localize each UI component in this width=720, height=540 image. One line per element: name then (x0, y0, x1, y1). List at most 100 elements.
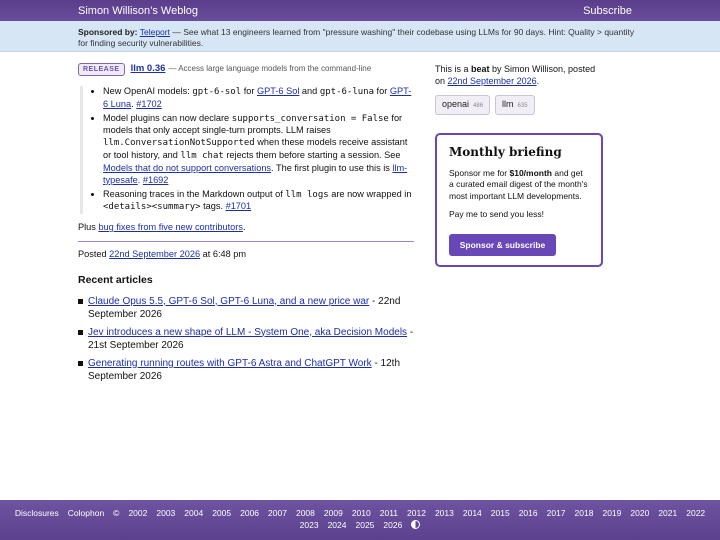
footer-year-link[interactable]: 2007 (268, 508, 287, 519)
recent-articles-list: Claude Opus 5.5, GPT-6 Sol, GPT-6 Luna, … (78, 295, 414, 383)
tag-count: 635 (517, 103, 528, 110)
footer-year-link[interactable]: 2020 (630, 508, 649, 519)
footer-year-link[interactable]: 2019 (602, 508, 621, 519)
footer-year-link[interactable]: 2012 (407, 508, 426, 519)
site-header: Simon Willison’s Weblog Subscribe (0, 0, 720, 21)
beat-description: — Access large language models from the … (168, 64, 372, 74)
note-text: are now wrapped in (328, 188, 412, 199)
subscribe-link[interactable]: Subscribe (583, 4, 632, 18)
footer-year-link[interactable]: 2011 (380, 508, 398, 519)
footer-year-link[interactable]: 2004 (184, 508, 203, 519)
note-link[interactable]: GPT-6 Sol (257, 86, 299, 96)
footer-year-link[interactable]: 2002 (128, 508, 147, 519)
note-code: llm.ConversationNotSupported (103, 138, 255, 149)
note-code: supports_conversation = False (231, 113, 389, 124)
footer-year-link[interactable]: 2023 (300, 520, 319, 531)
briefing-title: Monthly briefing (449, 145, 562, 159)
meta-date-link[interactable]: 22nd September 2026 (448, 76, 537, 86)
footer-year-link[interactable]: 2005 (212, 508, 231, 519)
site-footer: Disclosures Colophon © 2002 2003 2004 2005 2006… (0, 500, 720, 540)
note-code: <details><summary> (103, 202, 201, 213)
footer-link[interactable]: Disclosures (15, 508, 59, 519)
footer-year-link[interactable]: 2016 (519, 508, 538, 519)
meta-text: . (536, 76, 540, 87)
theme-toggle-icon[interactable] (411, 520, 421, 529)
note-code: llm chat (180, 151, 224, 162)
tag-count: 486 (473, 103, 484, 110)
footer-year-link[interactable]: 2008 (296, 508, 315, 519)
footer-year-link[interactable]: 2017 (547, 508, 566, 519)
note-text: New OpenAI models: (103, 86, 193, 97)
note-text: Model plugins can now declare (103, 112, 232, 123)
article-link[interactable]: Claude Opus 5.5, GPT-6 Sol, GPT-6 Luna, … (88, 296, 369, 307)
beat-header: RELEASE llm 0.36 — Access large language… (78, 63, 414, 77)
footer-year-link[interactable]: 2015 (491, 508, 510, 519)
posted-date-link[interactable]: 22nd September 2026 (109, 249, 200, 259)
briefing-text: Sponsor me for $10/month and get a curat… (449, 168, 589, 202)
footer-year-link[interactable]: 2025 (356, 520, 375, 531)
footer-link[interactable]: © (113, 508, 119, 519)
sponsor-text: Sponsored by: Teleport — See what 13 eng… (78, 27, 638, 50)
footer-year-link[interactable]: 2013 (435, 508, 454, 519)
footer-link[interactable]: Colophon (68, 508, 104, 519)
note-text: . The first plugin to use this is (271, 162, 393, 173)
footer-year-link[interactable]: 2006 (240, 508, 259, 519)
plus-suffix: . (242, 222, 246, 233)
meta-beat: beat (471, 64, 490, 74)
issue-link[interactable]: #1692 (143, 175, 169, 185)
beat-meta: This is a beat by Simon Willison, posted… (435, 63, 605, 87)
sponsor-subscribe-button[interactable]: Sponsor & subscribe (449, 234, 556, 256)
footer-year-link[interactable]: 2018 (575, 508, 594, 519)
article-link[interactable]: Generating running routes with GPT-6 Ast… (88, 358, 372, 369)
footer-year-link[interactable]: 2021 (658, 508, 677, 519)
footer-year-link[interactable]: 2010 (352, 508, 371, 519)
note-text: for (374, 86, 390, 97)
release-badge: RELEASE (78, 63, 125, 77)
posted-prefix: Posted (78, 248, 110, 259)
posted-line: Posted 22nd September 2026 at 6:48 pm (78, 249, 414, 261)
tag-llm[interactable]: llm 635 (495, 95, 535, 116)
article-link[interactable]: Jev introduces a new shape of LLM - Syst… (88, 327, 407, 338)
bug-fixes-link[interactable]: bug fixes from five new contributors (98, 222, 243, 232)
site-title-link[interactable]: Simon Willison’s Weblog (78, 4, 198, 18)
beat-title-link[interactable]: llm 0.36 (131, 63, 166, 75)
list-item: Jev introduces a new shape of LLM - Syst… (78, 326, 414, 352)
list-item: Claude Opus 5.5, GPT-6 Sol, GPT-6 Luna, … (78, 295, 414, 321)
list-item: Model plugins can now declare supports_c… (103, 113, 414, 187)
issue-link[interactable]: #1701 (226, 201, 252, 211)
footer-year-link[interactable]: 2024 (328, 520, 347, 531)
briefing-pay: Pay me to send you less! (449, 209, 544, 219)
note-text: rejects them before starting a session. … (223, 150, 401, 161)
list-item: Reasoning traces in the Markdown output … (103, 189, 414, 214)
list-item: Generating running routes with GPT-6 Ast… (78, 357, 414, 383)
list-item: New OpenAI models: gpt-6-sol for GPT-6 S… (103, 86, 414, 111)
note-text: for (241, 86, 257, 97)
sidebar: This is a beat by Simon Willison, posted… (435, 63, 605, 116)
issue-link[interactable]: #1702 (136, 99, 162, 109)
note-code: gpt-6-sol (192, 87, 242, 98)
tag-openai[interactable]: openai 486 (435, 95, 491, 116)
tag-name: llm (502, 99, 514, 110)
footer-row: Disclosures Colophon © 2002 2003 2004 2005 2006… (0, 508, 720, 519)
briefing-price: $10/month (509, 167, 552, 178)
footer-year-link[interactable]: 2009 (324, 508, 343, 519)
meta-text: This is a (435, 64, 472, 74)
footer-year-link[interactable]: 2014 (463, 508, 482, 519)
note-text: Reasoning traces in the Markdown output … (103, 188, 286, 199)
footer-year-link[interactable]: 2003 (156, 508, 175, 519)
plus-line: Plus bug fixes from five new contributor… (78, 222, 414, 234)
note-text: and (299, 86, 320, 97)
note-link[interactable]: Models that do not support conversations (103, 163, 271, 173)
monthly-briefing-box: Monthly briefing Sponsor me for $10/mont… (435, 133, 603, 267)
briefing-text-prefix: Sponsor me for (449, 167, 510, 178)
plus-prefix: Plus (78, 222, 99, 233)
recent-articles-heading: Recent articles (78, 273, 153, 286)
footer-year-link[interactable]: 2022 (686, 508, 705, 519)
sponsor-label: Sponsored by: (78, 27, 138, 37)
sponsor-link[interactable]: Teleport (140, 27, 170, 37)
main-content: RELEASE llm 0.36 — Access large language… (78, 63, 414, 388)
release-notes: New OpenAI models: gpt-6-sol for GPT-6 S… (80, 86, 414, 215)
footer-year-link[interactable]: 2026 (383, 520, 402, 531)
tag-name: openai (442, 99, 470, 110)
sponsor-banner: Sponsored by: Teleport — See what 13 eng… (0, 21, 720, 52)
